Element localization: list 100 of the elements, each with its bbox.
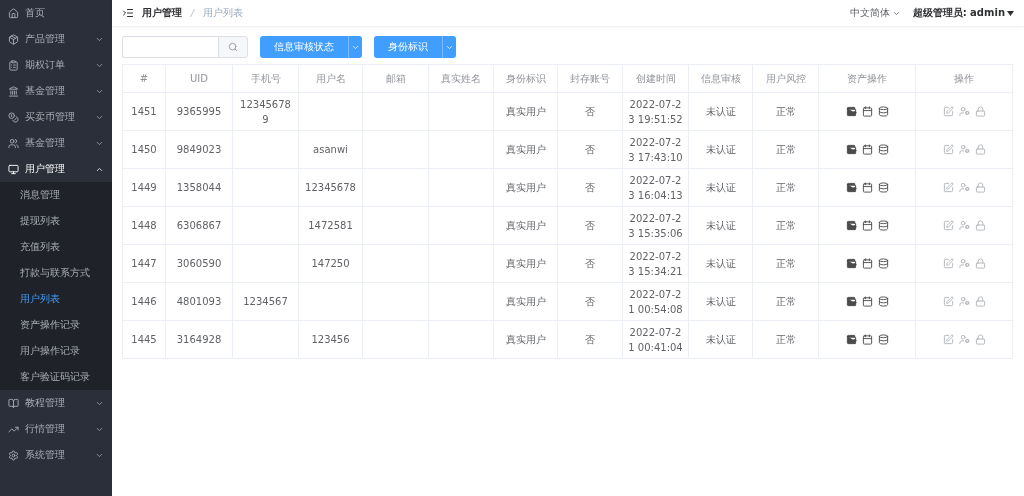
sidebar-item[interactable]: 买卖币管理 <box>0 104 112 130</box>
table-cell: 147250 <box>298 244 363 283</box>
submenu-item[interactable]: 提现列表 <box>0 208 112 234</box>
language-selector[interactable]: 中文简体 <box>849 6 901 20</box>
sidebar-item[interactable]: 系统管理 <box>0 442 112 468</box>
submenu-item[interactable]: 用户列表 <box>0 286 112 312</box>
calendar-icon[interactable] <box>861 144 873 155</box>
dropdown-button[interactable] <box>442 36 456 58</box>
table-cell: 真实用户 <box>493 320 558 359</box>
column-header: # <box>122 64 166 93</box>
column-header: 操作 <box>915 64 1013 93</box>
edit-icon[interactable] <box>942 144 954 155</box>
database-icon[interactable] <box>877 220 889 231</box>
table-cell: 9365995 <box>165 92 233 131</box>
user-settings-icon[interactable] <box>958 144 970 155</box>
submenu-item[interactable]: 打款与联系方式 <box>0 260 112 286</box>
settings-icon <box>8 449 19 461</box>
search-field[interactable] <box>122 36 218 58</box>
search-button[interactable] <box>218 36 248 58</box>
wallet-icon[interactable] <box>845 182 857 193</box>
sidebar-item[interactable]: 行情管理 <box>0 416 112 442</box>
table-cell: 否 <box>557 244 623 283</box>
sidebar-item[interactable]: 用户管理 <box>0 156 112 182</box>
submenu-item[interactable]: 用户操作记录 <box>0 338 112 364</box>
menu-icon[interactable] <box>122 7 134 19</box>
table-cell: 2022-07-23 15:34:21 <box>622 244 689 283</box>
caret-icon <box>1007 10 1014 16</box>
calendar-icon[interactable] <box>861 220 873 231</box>
lock-icon[interactable] <box>974 182 986 193</box>
wallet-icon[interactable] <box>845 334 857 345</box>
database-icon[interactable] <box>877 182 889 193</box>
user-settings-icon[interactable] <box>958 106 970 117</box>
table-cell: 未认证 <box>688 320 753 359</box>
user-settings-icon[interactable] <box>958 334 970 345</box>
edit-icon[interactable] <box>942 220 954 231</box>
database-icon[interactable] <box>877 334 889 345</box>
lock-icon[interactable] <box>974 220 986 231</box>
user-settings-icon[interactable] <box>958 258 970 269</box>
calendar-icon[interactable] <box>861 334 873 345</box>
table-cell: 正常 <box>752 244 819 283</box>
calendar-icon[interactable] <box>861 182 873 193</box>
table-cell: 正常 <box>752 282 819 321</box>
database-icon[interactable] <box>877 144 889 155</box>
sidebar-item[interactable]: 基金管理 <box>0 130 112 156</box>
column-header: 身份标识 <box>493 64 558 93</box>
bank-icon <box>8 85 19 97</box>
table-cell: 正常 <box>752 168 819 207</box>
lock-icon[interactable] <box>974 144 986 155</box>
wallet-icon[interactable] <box>845 258 857 269</box>
sidebar-item[interactable]: 首页 <box>0 0 112 26</box>
lock-icon[interactable] <box>974 258 986 269</box>
table-cell: 真实用户 <box>493 282 558 321</box>
monitor-icon <box>8 163 19 175</box>
table-cell: 2022-07-21 00:54:08 <box>622 282 689 321</box>
user-settings-icon[interactable] <box>958 296 970 307</box>
column-header: UID <box>165 64 233 93</box>
wallet-icon[interactable] <box>845 296 857 307</box>
lock-icon[interactable] <box>974 106 986 117</box>
table-cell: 1358044 <box>165 168 233 207</box>
table-cell: asanwi <box>298 130 363 169</box>
table-cell: 1445 <box>122 320 166 359</box>
calendar-icon[interactable] <box>861 106 873 117</box>
calendar-icon[interactable] <box>861 258 873 269</box>
database-icon[interactable] <box>877 258 889 269</box>
column-header: 资产操作 <box>818 64 916 93</box>
edit-icon[interactable] <box>942 296 954 307</box>
submenu-item[interactable]: 充值列表 <box>0 234 112 260</box>
edit-icon[interactable] <box>942 182 954 193</box>
database-icon[interactable] <box>877 296 889 307</box>
lock-icon[interactable] <box>974 296 986 307</box>
breadcrumb-link[interactable]: 用户管理 <box>142 6 182 20</box>
submenu-item[interactable]: 资产操作记录 <box>0 312 112 338</box>
dropdown-button[interactable] <box>348 36 362 58</box>
table-cell: 否 <box>557 92 623 131</box>
edit-icon[interactable] <box>942 334 954 345</box>
edit-icon[interactable] <box>942 106 954 117</box>
column-header: 手机号 <box>232 64 299 93</box>
submenu-item[interactable]: 消息管理 <box>0 182 112 208</box>
user-settings-icon[interactable] <box>958 182 970 193</box>
table-cell: 正常 <box>752 320 819 359</box>
sidebar-item[interactable]: 教程管理 <box>0 390 112 416</box>
sidebar-item[interactable]: 期权订单 <box>0 52 112 78</box>
table-cell: 未认证 <box>688 282 753 321</box>
wallet-icon[interactable] <box>845 144 857 155</box>
submenu-item[interactable]: 客户验证码记录 <box>0 364 112 390</box>
table-cell: 123456789 <box>232 92 299 131</box>
table-cell: 否 <box>557 320 623 359</box>
user-settings-icon[interactable] <box>958 220 970 231</box>
wallet-icon[interactable] <box>845 106 857 117</box>
sidebar-item[interactable]: 基金管理 <box>0 78 112 104</box>
wallet-icon[interactable] <box>845 220 857 231</box>
search-icon <box>228 42 238 52</box>
table-cell: 123456 <box>298 320 363 359</box>
users-icon <box>8 137 19 149</box>
lock-icon[interactable] <box>974 334 986 345</box>
database-icon[interactable] <box>877 106 889 117</box>
edit-icon[interactable] <box>942 258 954 269</box>
calendar-icon[interactable] <box>861 296 873 307</box>
table-cell: 真实用户 <box>493 92 558 131</box>
sidebar-item[interactable]: 产品管理 <box>0 26 112 52</box>
